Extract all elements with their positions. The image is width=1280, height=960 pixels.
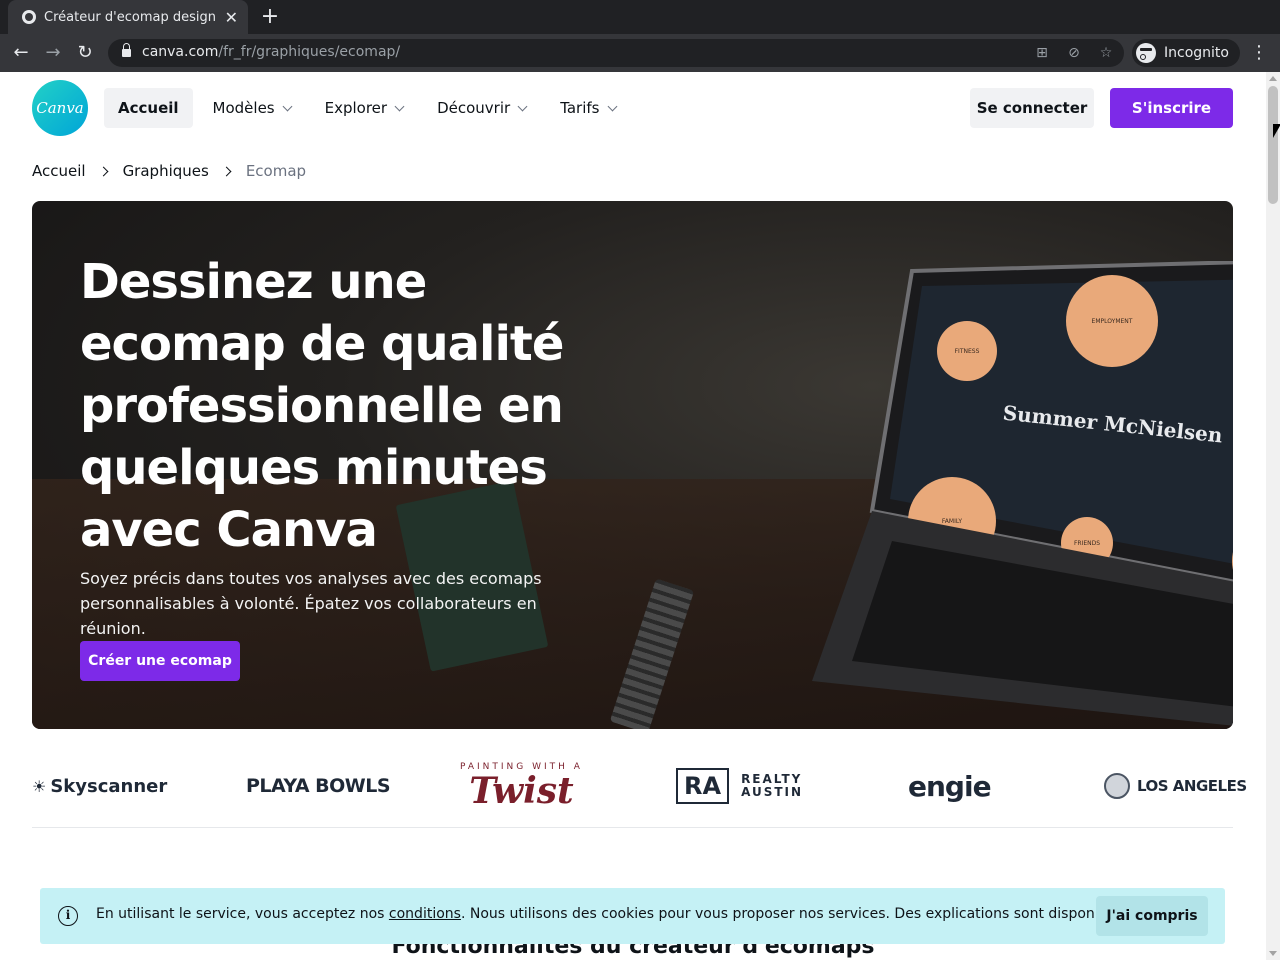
translate-icon[interactable]: ⊞: [1032, 43, 1052, 63]
globe-icon: [22, 10, 36, 24]
sunrise-icon: ☀: [32, 776, 47, 796]
brand-logos-strip: ☀ Skyscanner PLAYA BOWLS PAINTING WITH A…: [32, 744, 1247, 828]
scroll-thumb[interactable]: [1268, 86, 1278, 204]
create-ecomap-button[interactable]: Créer une ecomap: [80, 641, 240, 681]
forward-arrow-icon[interactable]: →: [40, 40, 66, 66]
page-viewport: Canva Accueil Modèles Explorer Découvrir…: [0, 72, 1266, 960]
url-text: canva.com/fr_fr/graphiques/ecomap/: [142, 44, 401, 60]
browser-menu-icon[interactable]: ⋮: [1250, 40, 1268, 66]
chevron-right-icon: [98, 166, 109, 176]
scroll-down-arrow-icon[interactable]: [1269, 951, 1277, 956]
breadcrumb-ecomap: Ecomap: [245, 162, 307, 180]
signup-button[interactable]: S'inscrire: [1110, 88, 1233, 128]
nav-item-accueil[interactable]: Accueil: [104, 88, 193, 128]
reload-icon[interactable]: ↻: [72, 40, 98, 66]
hero-banner: EMPLOYMENT FITNESS FAMILY FRIENDS Summer…: [32, 201, 1233, 729]
cookie-banner: i En utilisant le service, vous acceptez…: [40, 888, 1225, 944]
laptop-image: EMPLOYMENT FITNESS FAMILY FRIENDS Summer…: [812, 261, 1233, 726]
address-bar[interactable]: canva.com/fr_fr/graphiques/ecomap/ ⊞ ⊘ ☆: [108, 39, 1124, 67]
nav-item-tarifs[interactable]: Tarifs: [546, 88, 629, 128]
breadcrumb-graphiques[interactable]: Graphiques: [123, 162, 209, 180]
browser-toolbar: ← → ↻ canva.com/fr_fr/graphiques/ecomap/…: [0, 34, 1280, 72]
painting-with-a-twist-logo: PAINTING WITH A Twist: [460, 762, 583, 812]
mouse-cursor-icon: [1273, 124, 1280, 138]
skyscanner-logo: ☀ Skyscanner: [32, 775, 168, 797]
tab-title: Créateur d'ecomap design: [44, 9, 216, 25]
circle-label: EMPLOYMENT: [1092, 318, 1133, 325]
site-header: Canva Accueil Modèles Explorer Découvrir…: [0, 72, 1266, 144]
chevron-down-icon: [394, 101, 405, 111]
hero-title: Dessinez une ecomap de qualité professio…: [80, 254, 564, 558]
browser-tab[interactable]: Créateur d'ecomap design ✕: [8, 0, 248, 34]
canva-logo[interactable]: Canva: [32, 80, 88, 136]
nav-item-explorer[interactable]: Explorer: [311, 88, 417, 128]
scroll-up-arrow-icon[interactable]: [1269, 76, 1277, 81]
chevron-down-icon: [517, 101, 528, 111]
login-button[interactable]: Se connecter: [970, 88, 1094, 128]
realty-austin-logo: RA REALTY AUSTIN: [676, 766, 803, 806]
nav-item-decouvrir[interactable]: Découvrir: [423, 88, 540, 128]
playa-bowls-logo: PLAYA BOWLS: [246, 775, 391, 797]
chevron-down-icon: [282, 101, 293, 111]
page-scrollbar[interactable]: [1266, 72, 1280, 960]
eye-off-icon[interactable]: ⊘: [1064, 43, 1084, 63]
accept-cookies-button[interactable]: J'ai compris: [1096, 896, 1208, 936]
incognito-icon: [1136, 43, 1156, 63]
chevron-down-icon: [607, 101, 617, 111]
circle-label: FRIENDS: [1074, 540, 1100, 547]
hero-subtitle: Soyez précis dans toutes vos analyses av…: [80, 569, 542, 638]
conditions-link[interactable]: conditions: [389, 906, 461, 922]
bookmark-star-icon[interactable]: ☆: [1096, 43, 1116, 63]
cookie-text: En utilisant le service, vous acceptez n…: [96, 906, 1152, 922]
main-nav: Accueil Modèles Explorer Découvrir Tarif…: [104, 88, 636, 128]
incognito-label: Incognito: [1164, 45, 1229, 61]
incognito-indicator[interactable]: Incognito: [1132, 39, 1240, 67]
circle-label: FITNESS: [955, 348, 980, 355]
breadcrumb: Accueil Graphiques Ecomap: [32, 162, 306, 180]
breadcrumb-accueil[interactable]: Accueil: [32, 162, 86, 180]
info-icon: i: [58, 906, 78, 926]
city-seal-icon: [1104, 773, 1130, 799]
lock-icon: [122, 43, 131, 58]
back-arrow-icon[interactable]: ←: [8, 40, 34, 66]
chevron-right-icon: [221, 166, 232, 176]
engie-logo: engie: [908, 769, 992, 803]
los-angeles-logo: LOS ANGELES: [1104, 766, 1247, 806]
close-tab-icon[interactable]: ✕: [225, 8, 238, 27]
nav-item-modeles[interactable]: Modèles: [199, 88, 305, 128]
browser-tab-bar: Créateur d'ecomap design ✕ +: [0, 0, 1280, 34]
new-tab-button[interactable]: +: [258, 4, 282, 30]
circle-label: FAMILY: [942, 518, 962, 525]
